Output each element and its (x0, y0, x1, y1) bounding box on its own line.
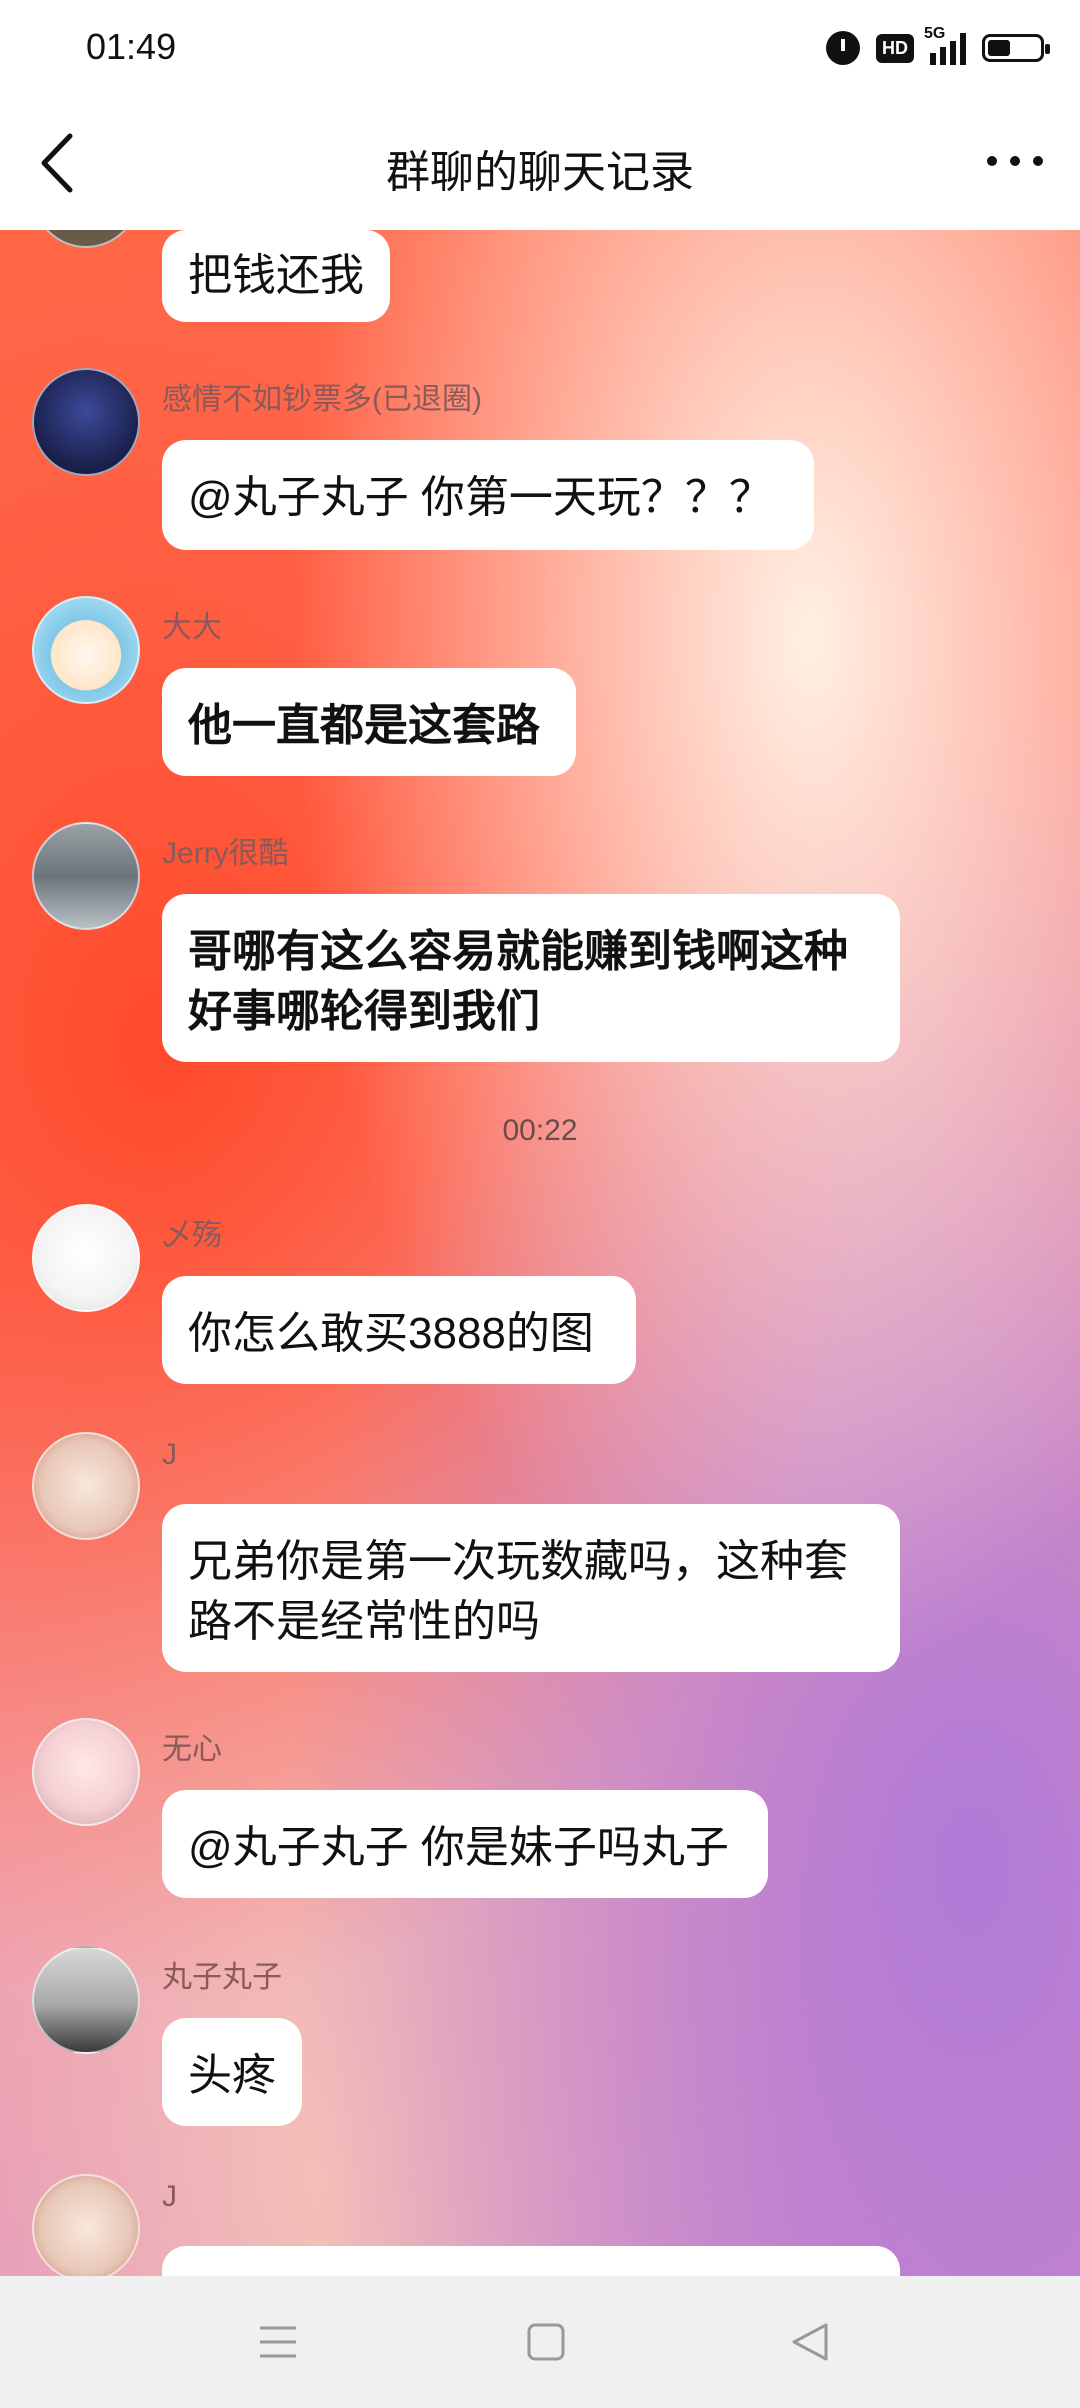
avatar[interactable] (32, 1946, 140, 2054)
status-bar: 01:49 HD 5G (0, 0, 1080, 96)
sender-name: Jerry很酷 (162, 837, 289, 870)
sender-name: 丸子丸子 (162, 1961, 282, 1994)
status-time: 01:49 (86, 26, 177, 67)
message-bubble[interactable]: 你怎么敢买3888的图 (162, 1276, 636, 1384)
navigation-bar (0, 2276, 1080, 2408)
battery-icon (982, 34, 1050, 62)
message-bubble[interactable]: 兄弟你是第一次玩数藏吗，这种套路不是经常性的吗 (162, 1504, 900, 1672)
message-bubble[interactable]: @丸子丸子 你第一天玩？？？ (162, 440, 814, 550)
message-bubble[interactable]: 哥哪有这么容易就能赚到钱啊这种好事哪轮得到我们 (162, 894, 900, 1062)
message-bubble[interactable]: 把钱还我 (162, 230, 390, 322)
chat-history[interactable]: 把钱还我 感情不如钞票多(已退圈) @丸子丸子 你第一天玩？？？ 大大 他一直都… (0, 230, 1080, 2276)
page-title: 群聊的聊天记录 (386, 148, 694, 197)
network-label: 5G (924, 25, 946, 42)
signal-icon: 5G (924, 25, 966, 65)
message-bubble[interactable]: 他一直都是这套路 (162, 668, 576, 776)
avatar[interactable] (32, 2174, 140, 2276)
message-bubble[interactable]: 头疼 (162, 2018, 302, 2126)
sender-name: 乄殇 (162, 1219, 222, 1252)
avatar[interactable] (32, 822, 140, 930)
avatar[interactable] (32, 230, 140, 248)
avatar[interactable] (32, 368, 140, 476)
message-bubble[interactable]: @丸子丸子 你是妹子吗丸子 (162, 1790, 768, 1898)
alarm-icon (826, 31, 860, 65)
back-triangle-icon[interactable] (790, 2322, 830, 2362)
message-bubble[interactable] (162, 2246, 900, 2276)
hd-icon: HD (876, 33, 914, 63)
home-icon[interactable] (526, 2322, 566, 2362)
avatar[interactable] (32, 596, 140, 704)
sender-name: 感情不如钞票多(已退圈) (162, 383, 482, 416)
sender-name: J (162, 2180, 177, 2213)
avatar[interactable] (32, 1432, 140, 1540)
more-icon[interactable] (980, 146, 1050, 176)
sender-name: J (162, 1438, 177, 1471)
sender-name: 大大 (162, 611, 222, 644)
title-bar: 群聊的聊天记录 (0, 96, 1080, 230)
menu-icon[interactable] (258, 2322, 298, 2362)
timestamp: 00:22 (502, 1114, 578, 1147)
avatar[interactable] (32, 1718, 140, 1826)
sender-name: 无心 (162, 1733, 222, 1766)
avatar[interactable] (32, 1204, 140, 1312)
status-icons: HD 5G (826, 25, 1050, 70)
